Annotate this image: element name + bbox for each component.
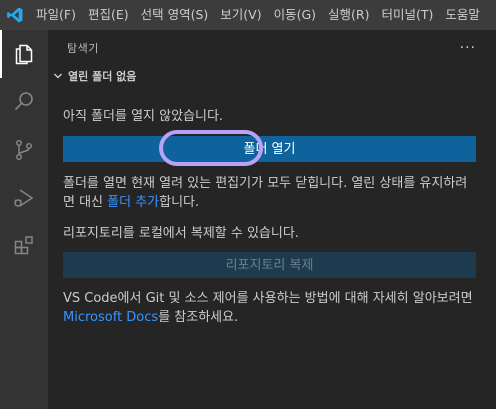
menu-selection[interactable]: 선택 영역(S) — [135, 0, 215, 30]
close-editors-text: 폴더를 열면 현재 열려 있는 편집기가 모두 닫힙니다. 열린 상태를 유지하… — [63, 174, 476, 212]
explorer-sidebar: 탐색기 ··· 열린 폴더 없음 아직 폴더를 열지 않았습니다. 폴더 열기 … — [48, 30, 496, 409]
open-folder-label: 폴더 열기 — [243, 142, 296, 157]
git-info-text-2: 를 참조하세요. — [158, 310, 239, 325]
more-actions-icon[interactable]: ··· — [460, 40, 476, 56]
microsoft-docs-link[interactable]: Microsoft Docs — [63, 310, 158, 325]
close-editors-text-2: 합니다. — [159, 195, 200, 210]
menu-edit[interactable]: 편집(E) — [82, 0, 135, 30]
explorer-icon[interactable] — [0, 30, 48, 78]
menu-terminal[interactable]: 터미널(T) — [376, 0, 440, 30]
search-icon[interactable] — [0, 78, 48, 126]
menu-run[interactable]: 실행(R) — [322, 0, 375, 30]
menu-file[interactable]: 파일(F) — [30, 0, 82, 30]
open-folder-button[interactable]: 폴더 열기 — [63, 130, 476, 166]
welcome-content: 아직 폴더를 열지 않았습니다. 폴더 열기 폴더를 열면 현재 열려 있는 편… — [48, 107, 496, 327]
menu-view[interactable]: 보기(V) — [214, 0, 267, 30]
extensions-icon[interactable] — [0, 222, 48, 270]
section-header[interactable]: 열린 폴더 없음 — [48, 65, 496, 87]
source-control-icon[interactable] — [0, 126, 48, 174]
add-folder-link[interactable]: 폴더 추가 — [107, 195, 159, 210]
sidebar-title-row: 탐색기 ··· — [48, 30, 496, 65]
git-info-text: VS Code에서 Git 및 소스 제어를 사용하는 방법에 대해 자세히 알… — [63, 289, 476, 327]
section-title: 열린 폴더 없음 — [68, 70, 137, 83]
run-debug-icon[interactable] — [0, 174, 48, 222]
menu-go[interactable]: 이동(G) — [268, 0, 322, 30]
vscode-logo-icon — [0, 0, 30, 30]
clone-text: 리포지토리를 로컬에서 복제할 수 있습니다. — [63, 226, 299, 241]
chevron-down-icon — [50, 68, 66, 84]
menu-help[interactable]: 도움말 — [439, 0, 486, 30]
menu-bar: 파일(F) 편집(E) 선택 영역(S) 보기(V) 이동(G) 실행(R) 터… — [0, 0, 496, 30]
clone-repository-button[interactable]: 리포지토리 복제 — [63, 252, 476, 278]
no-folder-text: 아직 폴더를 열지 않았습니다. — [63, 109, 224, 124]
sidebar-title: 탐색기 — [67, 41, 99, 55]
activity-bar — [0, 30, 48, 409]
git-info-text-1: VS Code에서 Git 및 소스 제어를 사용하는 방법에 대해 자세히 알… — [63, 291, 473, 306]
